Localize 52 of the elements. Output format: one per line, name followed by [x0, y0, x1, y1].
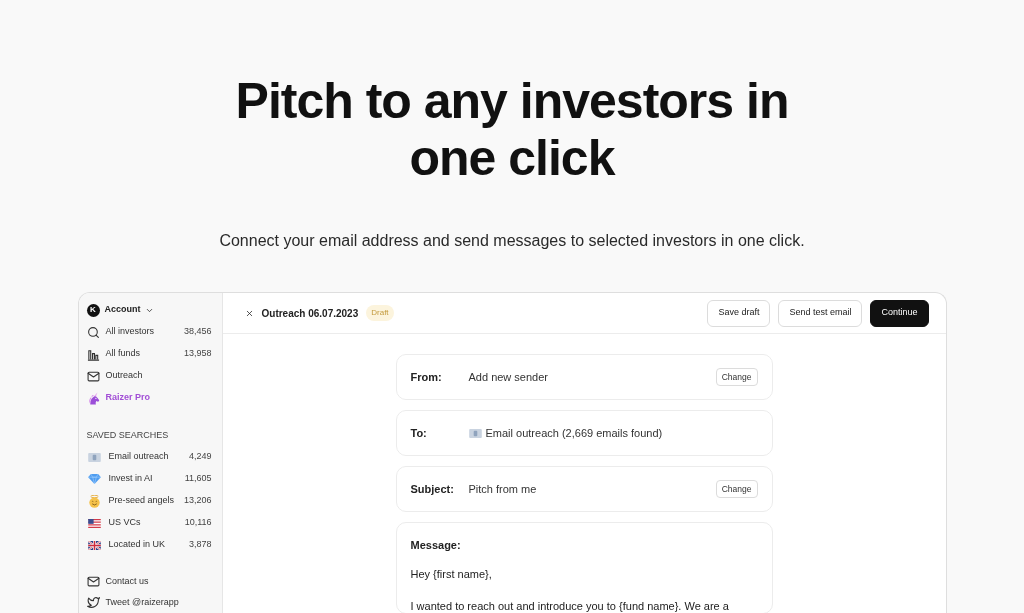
- flag-icon: [87, 518, 101, 528]
- flag-icon: [87, 540, 101, 550]
- gem-icon: [87, 474, 101, 484]
- message-text: Hey {first name},: [410, 567, 493, 581]
- change-button[interactable]: Change: [715, 368, 758, 386]
- nav-link[interactable]: Raizer Pro: [105, 391, 151, 405]
- account-avatar: K: [86, 303, 100, 317]
- section-heading: SAVED SEARCHES: [86, 429, 170, 443]
- field-label: Subject:: [410, 481, 455, 497]
- field-label: Message:: [410, 538, 462, 553]
- headline: Pitch to any investors in one click: [234, 73, 790, 187]
- close-icon: [245, 308, 254, 318]
- item-count: 13,206: [183, 494, 213, 508]
- item-count: 4,249: [188, 450, 213, 464]
- item-count: 10,116: [184, 516, 213, 530]
- banknote-icon: [87, 452, 101, 462]
- item-count: 38,456: [183, 325, 213, 339]
- toolbar-button[interactable]: Save draft: [707, 299, 771, 327]
- mail-icon: [86, 369, 100, 383]
- unicorn-icon: [86, 391, 100, 405]
- field-value: Add new sender: [468, 369, 548, 385]
- bar-chart-icon: [86, 347, 100, 361]
- field-value: Email outreach (2,669 emails found): [485, 425, 663, 441]
- mail-icon: [86, 575, 100, 588]
- saved-search-link[interactable]: Pre-seed angels: [108, 494, 175, 508]
- bird-icon: [86, 596, 100, 609]
- message-text: I wanted to reach out and introduce you to {fund name}. We are a: [410, 599, 730, 613]
- saved-search-link[interactable]: Invest in AI: [108, 472, 153, 486]
- toolbar-button[interactable]: Send test email: [778, 299, 863, 327]
- field-label: To:: [410, 425, 428, 441]
- footer-link[interactable]: Contact us: [105, 574, 149, 589]
- account-menu[interactable]: Account: [104, 303, 154, 317]
- item-count: 3,878: [188, 538, 213, 552]
- toolbar-button[interactable]: Continue: [870, 299, 929, 327]
- saved-search-link[interactable]: Email outreach: [108, 450, 169, 464]
- change-button[interactable]: Change: [715, 480, 758, 498]
- item-count: 11,605: [184, 472, 213, 486]
- subtitle: Connect your email address and send messages to selected investors in one click.: [219, 231, 805, 251]
- halo-smiley-icon: [87, 494, 101, 508]
- field-label: From:: [410, 369, 443, 385]
- saved-search-link[interactable]: Located in UK: [108, 538, 166, 552]
- outreach-title: Outreach 06.07.2023: [261, 306, 359, 321]
- nav-link[interactable]: All funds: [105, 347, 141, 361]
- status-badge: Draft: [366, 305, 394, 321]
- saved-search-link[interactable]: US VCs: [108, 516, 141, 530]
- banknote-icon: [468, 428, 482, 438]
- nav-link[interactable]: All investors: [105, 325, 154, 339]
- search-icon: [86, 325, 100, 339]
- nav-link[interactable]: Outreach: [105, 369, 143, 383]
- field-value: Pitch from me: [468, 481, 537, 497]
- footer-link[interactable]: Tweet @raizerapp: [105, 595, 179, 610]
- item-count: 13,958: [183, 347, 213, 361]
